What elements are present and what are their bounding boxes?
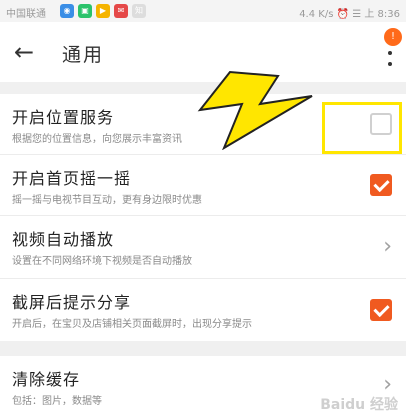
setting-title: 清除缓存 — [12, 370, 81, 389]
setting-subtitle: 摇一摇与电视节目互动，更有身边限时优惠 — [12, 195, 202, 206]
back-arrow-icon[interactable]: ← — [14, 38, 42, 66]
app-icon: ✉ — [114, 4, 128, 18]
annotation-highlight-box — [322, 102, 402, 154]
setting-title: 开启位置服务 — [12, 108, 115, 127]
setting-subtitle: 包括：图片，数据等 — [12, 396, 102, 407]
app-icon: ◉ — [60, 4, 74, 18]
setting-subtitle: 开启后，在宝贝及店铺相关页面截屏时，出现分享提示 — [12, 319, 252, 330]
setting-title: 视频自动播放 — [12, 230, 115, 249]
status-right: 4.4 K/s ⏰ ☰ 上 8:36 — [299, 9, 400, 20]
notification-badge: ! — [384, 28, 402, 46]
baidu-watermark: Baidu 经验 — [320, 397, 398, 413]
shake-checkbox[interactable] — [370, 174, 392, 196]
setting-row-shake[interactable]: 开启首页摇一摇 摇一摇与电视节目互动，更有身边限时优惠 — [0, 155, 406, 216]
setting-title: 截屏后提示分享 — [12, 293, 132, 312]
setting-row-screenshot-share[interactable]: 截屏后提示分享 开启后，在宝贝及店铺相关页面截屏时，出现分享提示 — [0, 279, 406, 341]
app-icon: ▶ — [96, 4, 110, 18]
carrier-label: 中国联通 — [6, 9, 46, 20]
setting-subtitle: 设置在不同网络环境下视频是否自动播放 — [12, 256, 192, 267]
screenshot-share-checkbox[interactable] — [370, 299, 392, 321]
app-icon: ▣ — [78, 4, 92, 18]
setting-title: 开启首页摇一摇 — [12, 169, 132, 188]
notification-icons: ◉ ▣ ▶ ✉ 知 — [60, 4, 146, 18]
status-bar: 中国联通 ◉ ▣ ▶ ✉ 知 4.4 K/s ⏰ ☰ 上 8:36 — [0, 0, 406, 22]
app-icon: 知 — [132, 4, 146, 18]
chevron-right-icon: › — [383, 234, 392, 259]
page-title: 通用 — [62, 44, 105, 66]
lightning-bolt-icon — [197, 70, 313, 150]
setting-subtitle: 根据您的位置信息，向您展示丰富资讯 — [12, 134, 182, 145]
setting-row-video-autoplay[interactable]: 视频自动播放 设置在不同网络环境下视频是否自动播放 › — [0, 216, 406, 279]
